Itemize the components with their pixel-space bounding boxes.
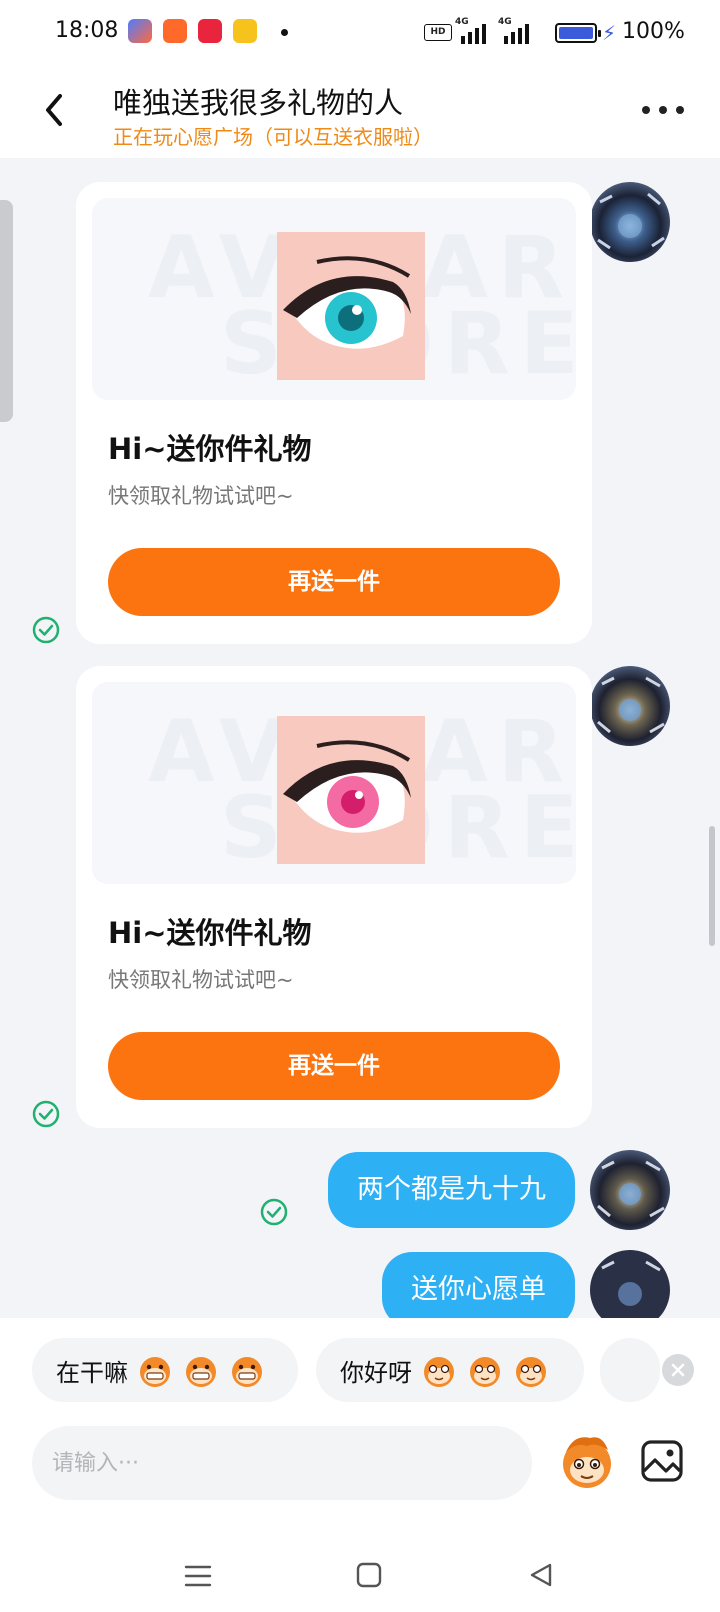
smiling-monkey-icon — [470, 1357, 500, 1387]
chat-subtitle[interactable]: 正在玩心愿广场（可以互送衣服啦） — [113, 121, 433, 150]
app-notification-icon-3 — [198, 19, 222, 43]
chat-title: 唯独送我很多礼物的人 — [113, 86, 404, 120]
image-button[interactable] — [640, 1439, 684, 1483]
signal-icon-2: 4G — [498, 17, 530, 44]
home-square-icon[interactable] — [356, 1562, 382, 1588]
chat-header: 唯独送我很多礼物的人 正在玩心愿广场（可以互送衣服啦） — [0, 66, 720, 158]
quick-reply-chip[interactable] — [600, 1338, 660, 1402]
message-list[interactable]: AVATAR STORE Hi~送你件礼物 快领取礼物试试吧~ 再送一件 AVA… — [0, 158, 720, 1318]
eye-item-icon — [277, 232, 425, 380]
gift-card-title: Hi~送你件礼物 — [108, 432, 312, 466]
more-horizontal-icon — [642, 106, 650, 114]
back-button[interactable] — [36, 88, 72, 132]
system-nav-bar — [0, 1530, 720, 1612]
message-bubble[interactable]: 送你心愿单 — [382, 1252, 575, 1318]
smiling-monkey-icon — [424, 1357, 454, 1387]
quick-reply-label: 你好呀 — [340, 1358, 412, 1387]
signal-icon-1: 4G — [455, 17, 487, 44]
quick-reply-chip[interactable]: 在干嘛 — [32, 1338, 298, 1402]
scrollbar[interactable] — [709, 826, 715, 946]
avatar[interactable] — [590, 666, 670, 746]
gift-item-image[interactable]: AVATAR STORE — [92, 682, 576, 884]
check-circle-icon — [32, 1100, 60, 1128]
gift-card[interactable]: AVATAR STORE Hi~送你件礼物 快领取礼物试试吧~ 再送一件 — [76, 182, 592, 644]
message-input[interactable] — [32, 1426, 532, 1500]
sticker-button[interactable] — [556, 1430, 618, 1492]
app-notification-icon-2 — [163, 19, 187, 43]
avatar[interactable] — [590, 1150, 670, 1230]
grinning-monkey-icon — [186, 1357, 216, 1387]
more-button[interactable] — [642, 102, 684, 118]
gift-item-image[interactable]: AVATAR STORE — [92, 198, 576, 400]
avatar[interactable] — [590, 182, 670, 262]
back-triangle-icon[interactable] — [528, 1562, 554, 1588]
hd-voice-icon: HD — [424, 24, 452, 41]
check-circle-icon — [32, 616, 60, 644]
input-panel: 在干嘛 你好呀 — [0, 1318, 720, 1612]
close-quick-replies-button[interactable] — [662, 1354, 694, 1386]
menu-icon[interactable] — [184, 1564, 212, 1588]
grinning-monkey-icon — [140, 1357, 170, 1387]
check-circle-icon — [260, 1198, 288, 1226]
gift-card[interactable]: AVATAR STORE Hi~送你件礼物 快领取礼物试试吧~ 再送一件 — [76, 666, 592, 1128]
quick-reply-label: 在干嘛 — [56, 1358, 128, 1387]
message-bubble[interactable]: 两个都是九十九 — [328, 1152, 575, 1228]
gift-card-description: 快领取礼物试试吧~ — [108, 484, 294, 508]
charging-icon: ⚡ — [602, 21, 617, 45]
side-drawer-handle[interactable] — [0, 200, 13, 422]
more-notifications-dot-icon — [281, 29, 288, 36]
image-icon — [641, 1440, 683, 1482]
send-again-button[interactable]: 再送一件 — [108, 1032, 560, 1100]
status-bar: 18:08 HD 4G 4G ⚡ 100% — [0, 0, 720, 66]
app-notification-icon-4 — [233, 19, 257, 43]
app-notification-icon-1 — [128, 19, 152, 43]
quick-reply-chip[interactable]: 你好呀 — [316, 1338, 584, 1402]
battery-icon — [555, 23, 601, 43]
battery-percent: 100% — [622, 19, 685, 44]
avatar[interactable] — [590, 1250, 670, 1318]
status-time: 18:08 — [55, 18, 119, 43]
gift-card-title: Hi~送你件礼物 — [108, 916, 312, 950]
send-again-button[interactable]: 再送一件 — [108, 548, 560, 616]
eye-item-icon — [277, 716, 425, 864]
chevron-left-icon — [46, 94, 62, 126]
smiling-monkey-icon — [516, 1357, 546, 1387]
grinning-monkey-icon — [232, 1357, 262, 1387]
monkey-sticker-icon — [563, 1437, 611, 1488]
gift-card-description: 快领取礼物试试吧~ — [108, 968, 294, 992]
close-icon — [671, 1363, 685, 1377]
